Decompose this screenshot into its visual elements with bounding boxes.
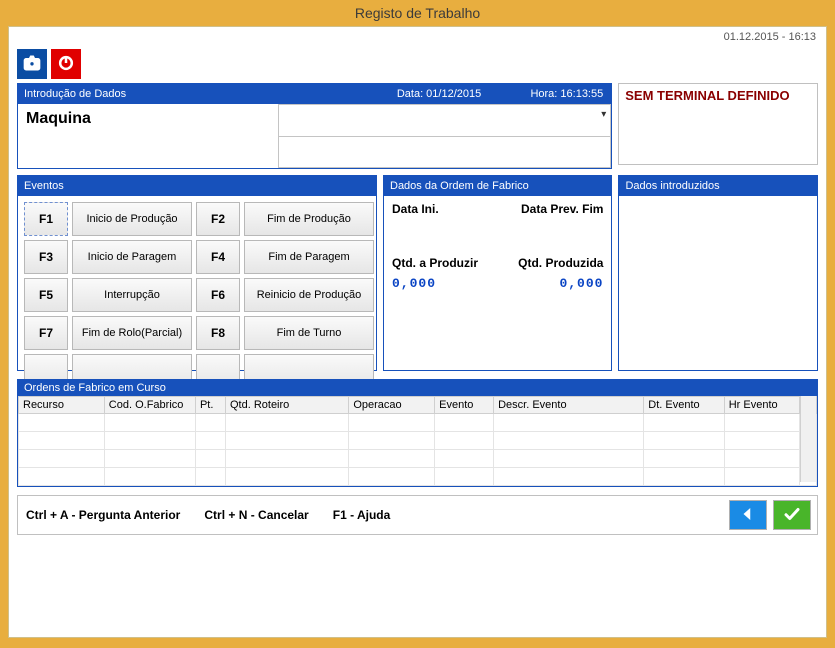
f6-label[interactable]: Reinicio de Produção bbox=[244, 278, 374, 312]
f6-key[interactable]: F6 bbox=[196, 278, 240, 312]
f7-key[interactable]: F7 bbox=[24, 316, 68, 350]
f7-label[interactable]: Fim de Rolo(Parcial) bbox=[72, 316, 192, 350]
eventos-title: Eventos bbox=[18, 176, 376, 196]
col-hr-evento[interactable]: Hr Evento bbox=[724, 397, 799, 414]
dados-ordem-fabrico-panel: Dados da Ordem de Fabrico Data Ini. Data… bbox=[383, 175, 612, 371]
window-title: Registo de Trabalho bbox=[0, 0, 835, 26]
f5-key[interactable]: F5 bbox=[24, 278, 68, 312]
introducao-dados-panel: Introdução de Dados Data: 01/12/2015 Hor… bbox=[17, 83, 612, 169]
header-datetime: 01.12.2015 - 16:13 bbox=[724, 31, 816, 43]
f2-key[interactable]: F2 bbox=[196, 202, 240, 236]
f2-label[interactable]: Fim de Produção bbox=[244, 202, 374, 236]
confirm-button[interactable] bbox=[773, 500, 811, 530]
dados-introduzidos-title: Dados introduzidos bbox=[619, 176, 817, 196]
shortcut-help: F1 - Ajuda bbox=[333, 508, 391, 522]
terminal-warning: SEM TERMINAL DEFINIDO bbox=[618, 83, 818, 165]
col-recurso[interactable]: Recurso bbox=[19, 397, 105, 414]
col-evento[interactable]: Evento bbox=[435, 397, 494, 414]
main-area: 01.12.2015 - 16:13 bbox=[8, 26, 827, 638]
col-operacao[interactable]: Operacao bbox=[349, 397, 435, 414]
col-cod-ofabrico[interactable]: Cod. O.Fabrico bbox=[104, 397, 195, 414]
col-descr-evento[interactable]: Descr. Evento bbox=[494, 397, 644, 414]
qtd-produzida-label: Qtd. Produzida bbox=[498, 256, 604, 270]
data-prev-fim-label: Data Prev. Fim bbox=[498, 202, 604, 216]
maquina-label: Maquina bbox=[18, 104, 278, 168]
table-row[interactable] bbox=[19, 414, 817, 432]
f8-label[interactable]: Fim de Turno bbox=[244, 316, 374, 350]
maquina-select[interactable]: ▾ bbox=[278, 104, 611, 136]
f5-label[interactable]: Interrupção bbox=[72, 278, 192, 312]
eventos-panel: Eventos F1 Inicio de Produção F2 Fim de … bbox=[17, 175, 377, 371]
ordens-fabrico-panel: Ordens de Fabrico em Curso Recurso Cod. … bbox=[17, 379, 818, 487]
col-pt[interactable]: Pt. bbox=[195, 397, 225, 414]
introducao-dados-title: Introdução de Dados bbox=[24, 88, 126, 100]
back-button[interactable] bbox=[729, 500, 767, 530]
header-time: Hora: 16:13:55 bbox=[530, 86, 603, 102]
data-ini-label: Data Ini. bbox=[392, 202, 498, 216]
col-dt-evento[interactable]: Dt. Evento bbox=[644, 397, 724, 414]
screenshot-button[interactable] bbox=[17, 49, 47, 79]
header-date: Data: 01/12/2015 bbox=[397, 86, 481, 102]
exit-button[interactable] bbox=[51, 49, 81, 79]
dropdown-caret-icon: ▾ bbox=[601, 109, 606, 120]
f1-label[interactable]: Inicio de Produção bbox=[72, 202, 192, 236]
scrollbar[interactable] bbox=[800, 396, 816, 482]
qtd-produzir-value: 0,000 bbox=[392, 276, 436, 291]
footer-bar: Ctrl + A - Pergunta Anterior Ctrl + N - … bbox=[17, 495, 818, 535]
qtd-produzida-value: 0,000 bbox=[559, 276, 603, 291]
confirm-icon bbox=[783, 505, 801, 526]
table-row[interactable] bbox=[19, 432, 817, 450]
ordens-table: Recurso Cod. O.Fabrico Pt. Qtd. Roteiro … bbox=[18, 396, 817, 486]
f8-key[interactable]: F8 bbox=[196, 316, 240, 350]
table-row[interactable] bbox=[19, 450, 817, 468]
dados-introduzidos-panel: Dados introduzidos bbox=[618, 175, 818, 371]
dados-of-title: Dados da Ordem de Fabrico bbox=[384, 176, 611, 196]
shortcut-prev: Ctrl + A - Pergunta Anterior bbox=[26, 508, 180, 522]
f3-key[interactable]: F3 bbox=[24, 240, 68, 274]
f3-label[interactable]: Inicio de Paragem bbox=[72, 240, 192, 274]
app-window: Registo de Trabalho 01.12.2015 - 16:13 bbox=[0, 0, 835, 648]
f1-key[interactable]: F1 bbox=[24, 202, 68, 236]
f4-label[interactable]: Fim de Paragem bbox=[244, 240, 374, 274]
camera-icon bbox=[22, 53, 42, 76]
back-icon bbox=[739, 505, 757, 526]
table-row[interactable] bbox=[19, 468, 817, 486]
maquina-input-2[interactable] bbox=[278, 136, 611, 169]
ordens-fabrico-title: Ordens de Fabrico em Curso bbox=[18, 380, 817, 396]
power-icon bbox=[56, 53, 76, 76]
toolbar bbox=[17, 49, 818, 79]
qtd-produzir-label: Qtd. a Produzir bbox=[392, 256, 498, 270]
f4-key[interactable]: F4 bbox=[196, 240, 240, 274]
col-qtd-roteiro[interactable]: Qtd. Roteiro bbox=[225, 397, 348, 414]
introducao-dados-header: Introdução de Dados Data: 01/12/2015 Hor… bbox=[18, 84, 611, 104]
shortcut-cancel: Ctrl + N - Cancelar bbox=[204, 508, 308, 522]
